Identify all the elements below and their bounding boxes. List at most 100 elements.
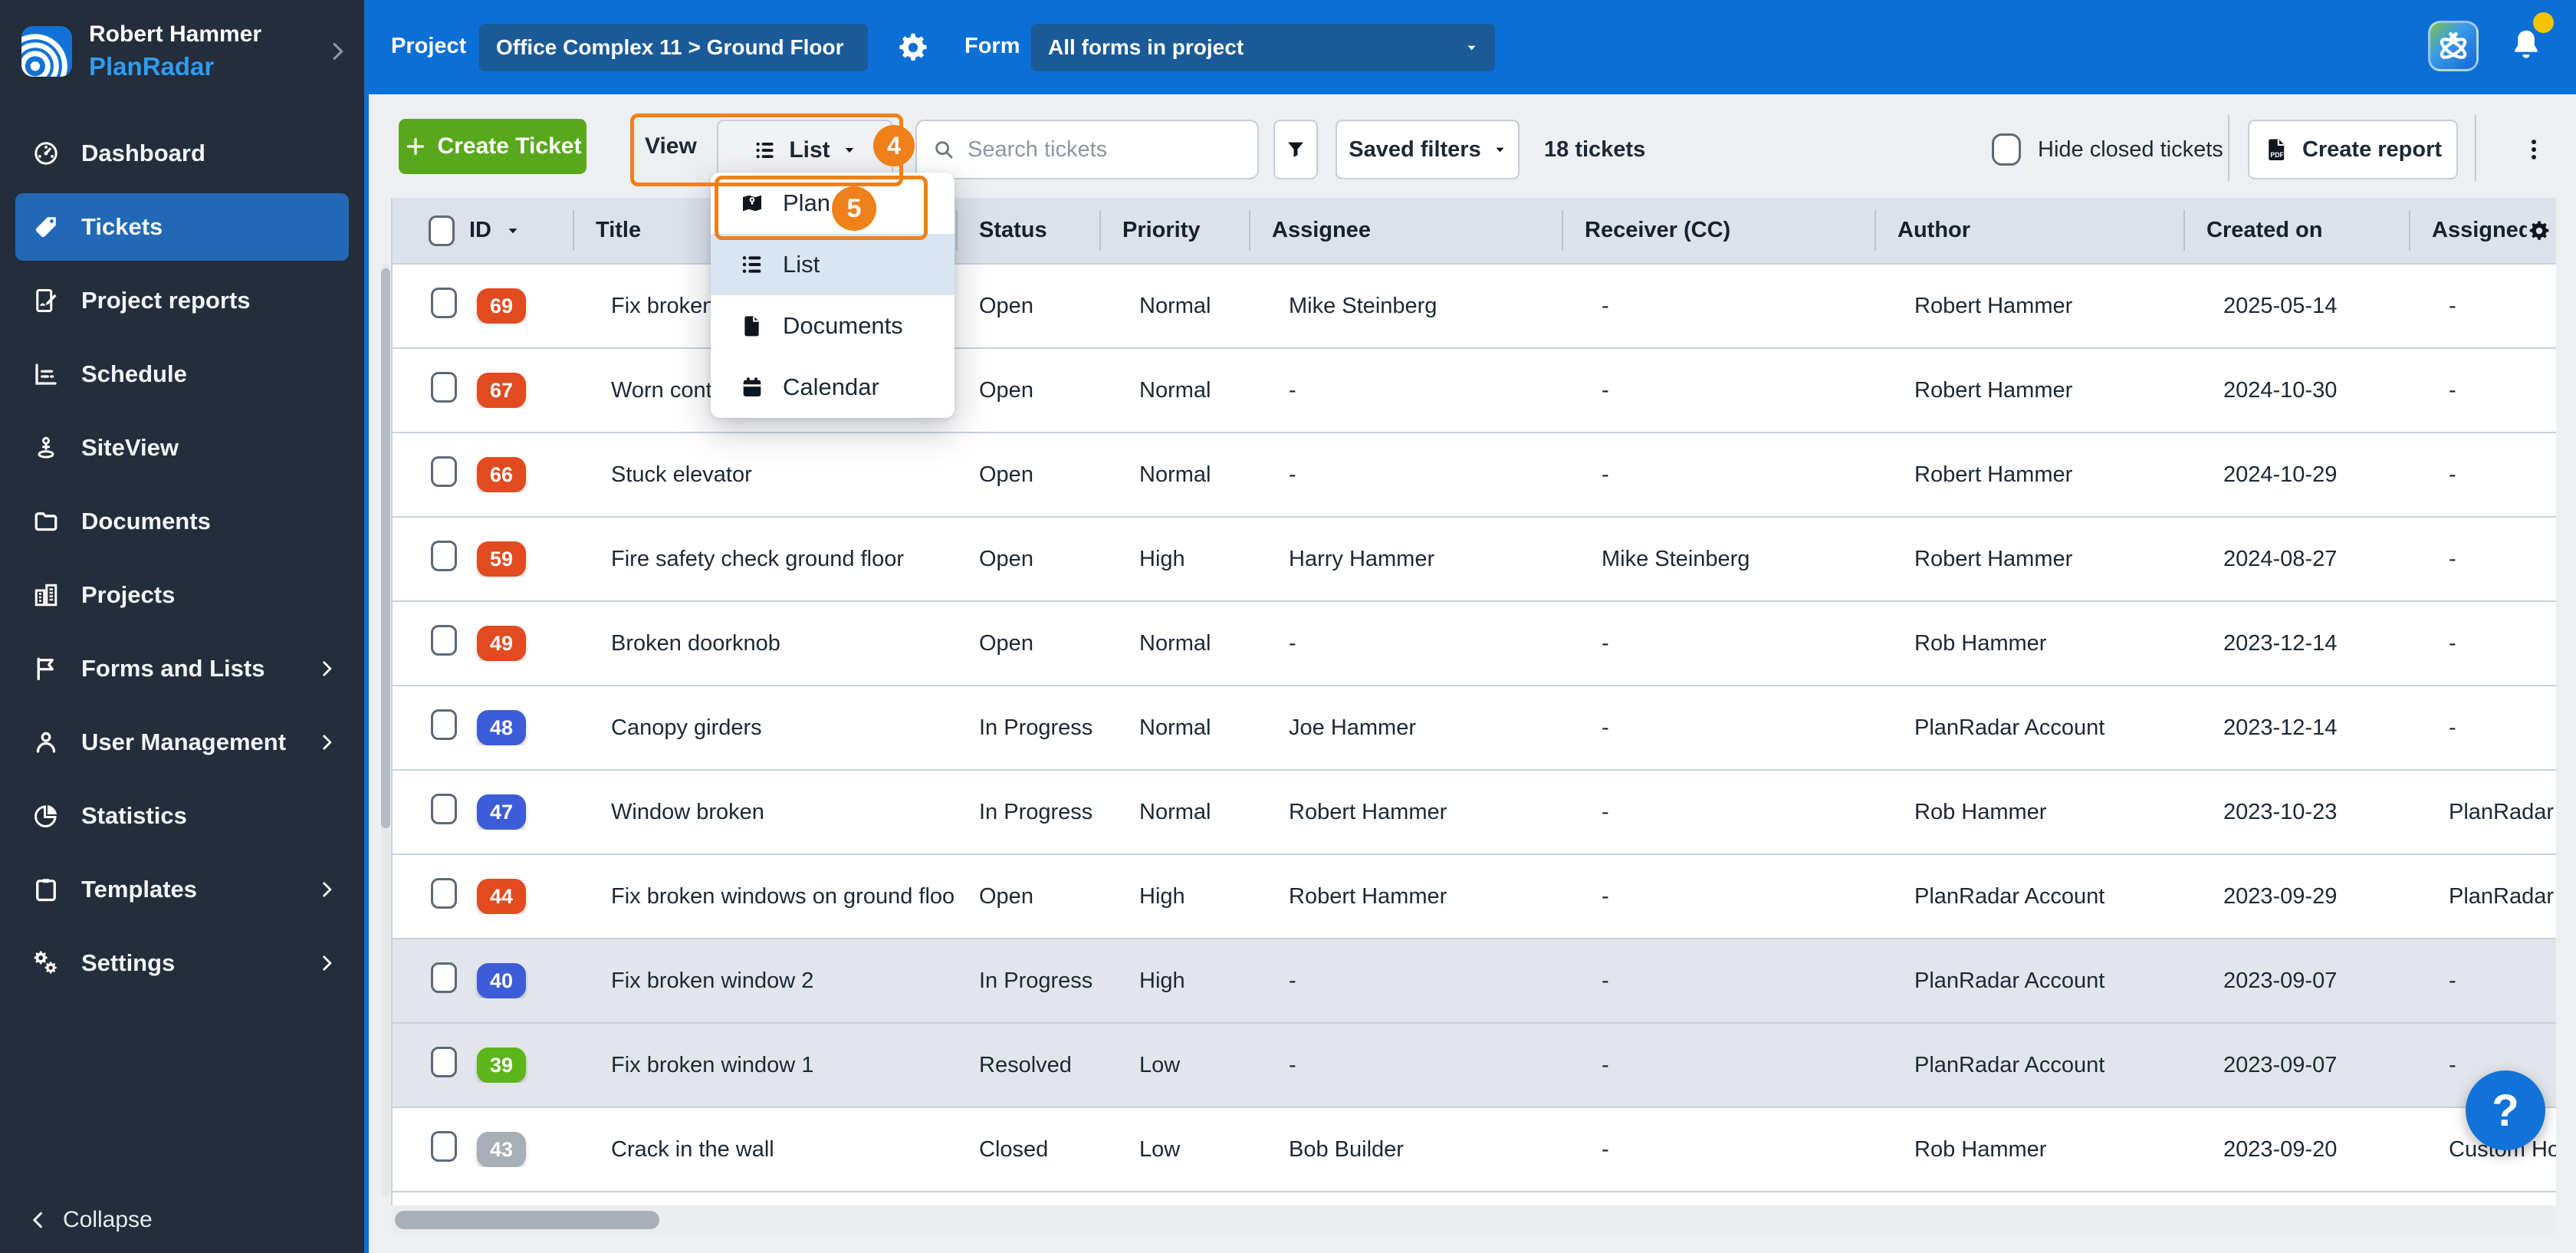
project-dropdown[interactable]: Office Complex 11 > Ground Floor — [479, 24, 868, 71]
ticket-row[interactable] — [393, 1192, 2556, 1205]
horizontal-scrollbar[interactable] — [391, 1205, 2555, 1235]
view-menu-item-label: Documents — [783, 312, 903, 340]
sidebar-item-label: User Management — [81, 728, 286, 756]
row-checkbox[interactable] — [431, 1047, 457, 1077]
header-cell-id[interactable]: ID — [458, 198, 573, 263]
create-report-button[interactable]: PDF Create report — [2248, 120, 2458, 179]
sidebar-item-label: SiteView — [81, 434, 179, 462]
cell-priority: Normal — [1099, 378, 1249, 403]
row-checkbox[interactable] — [431, 372, 457, 403]
header-cell-receiver[interactable]: Receiver (CC) — [1562, 198, 1875, 263]
ticket-row[interactable]: 59Fire safety check ground floorOpenHigh… — [393, 518, 2556, 602]
view-menu-item-list[interactable]: List — [711, 234, 955, 295]
cell-title: Crack in the wall — [573, 1137, 956, 1163]
search-input[interactable] — [966, 136, 1242, 163]
select-all-checkbox[interactable] — [429, 215, 455, 246]
hide-closed-checkbox[interactable] — [1992, 133, 2021, 166]
account-switcher[interactable]: Robert Hammer PlanRadar — [0, 0, 364, 81]
ticket-row[interactable]: 44Fix broken windows on ground floorOpen… — [393, 855, 2556, 939]
connect-app-button[interactable] — [2428, 21, 2479, 71]
cell-assigned: - — [2409, 462, 2556, 488]
horizontal-scrollbar-thumb[interactable] — [395, 1211, 659, 1229]
form-dropdown[interactable]: All forms in project — [1031, 24, 1495, 71]
sidebar-item-project-reports[interactable]: Project reports — [15, 267, 349, 334]
hide-closed-toggle[interactable]: Hide closed tickets — [1992, 120, 2223, 179]
chevron-left-icon — [28, 1209, 49, 1231]
view-menu-item-calendar[interactable]: Calendar — [711, 357, 955, 418]
search-box — [915, 120, 1259, 179]
cell-title: Stuck elevator — [573, 462, 956, 488]
pie-icon — [32, 802, 60, 830]
sidebar-item-user-management[interactable]: User Management — [15, 709, 349, 776]
ticket-id-badge: 39 — [477, 1047, 526, 1083]
row-checkbox[interactable] — [431, 288, 457, 318]
clipboard-icon — [32, 876, 60, 903]
sidebar-item-documents[interactable]: Documents — [15, 488, 349, 555]
cell-status: Open — [956, 631, 1099, 656]
help-button[interactable]: ? — [2466, 1070, 2545, 1150]
header-cell-author[interactable]: Author — [1875, 198, 2183, 263]
row-checkbox[interactable] — [431, 456, 457, 487]
sidebar-item-tickets[interactable]: Tickets — [15, 193, 349, 261]
sidebar-item-label: Tickets — [81, 213, 163, 241]
more-options-button[interactable] — [2511, 120, 2557, 179]
sidebar-item-dashboard[interactable]: Dashboard — [15, 120, 349, 187]
cell-assignee: - — [1249, 631, 1562, 656]
cell-author: Robert Hammer — [1875, 294, 2183, 319]
cell-receiver: - — [1562, 884, 1875, 909]
vertical-scrollbar[interactable] — [381, 265, 390, 1196]
create-ticket-button[interactable]: Create Ticket — [399, 119, 586, 174]
collapse-button[interactable]: Collapse — [28, 1207, 153, 1233]
sidebar-item-projects[interactable]: Projects — [15, 561, 349, 629]
row-checkbox[interactable] — [431, 709, 457, 740]
cell-created: 2024-08-27 — [2183, 547, 2409, 572]
filter-button[interactable] — [1273, 120, 1318, 179]
row-checkbox[interactable] — [431, 541, 457, 571]
ticket-row[interactable]: 49Broken doorknobOpenNormal--Rob Hammer2… — [393, 602, 2556, 686]
ticket-id-badge: 48 — [477, 710, 526, 745]
view-menu-item-documents[interactable]: Documents — [711, 295, 955, 357]
project-settings-gear-icon[interactable] — [895, 30, 931, 65]
row-checkbox[interactable] — [431, 1131, 457, 1162]
row-checkbox[interactable] — [431, 794, 457, 824]
cell-receiver: - — [1562, 1137, 1875, 1163]
cell-title: Canopy girders — [573, 715, 956, 741]
sidebar-item-statistics[interactable]: Statistics — [15, 782, 349, 850]
flag-icon — [32, 655, 60, 682]
ticket-row[interactable]: 39Fix broken window 1ResolvedLow--PlanRa… — [393, 1024, 2556, 1108]
saved-filters-button[interactable]: Saved filters — [1336, 120, 1520, 179]
sidebar-item-siteview[interactable]: SiteView — [15, 414, 349, 482]
cell-status: Open — [956, 884, 1099, 909]
sidebar-item-settings[interactable]: Settings — [15, 929, 349, 997]
account-info: Robert Hammer PlanRadar — [89, 21, 309, 81]
ticket-row[interactable]: 48Canopy girdersIn ProgressNormalJoe Ham… — [393, 686, 2556, 771]
hide-closed-label: Hide closed tickets — [2038, 137, 2223, 163]
sidebar-item-forms-and-lists[interactable]: Forms and Lists — [15, 635, 349, 702]
ticket-id-badge: 67 — [477, 373, 526, 408]
view-selector-button[interactable]: List — [717, 120, 893, 181]
ticket-row[interactable]: 47Window brokenIn ProgressNormalRobert H… — [393, 771, 2556, 855]
gantt-icon — [32, 360, 60, 388]
cell-created: 2025-05-14 — [2183, 294, 2409, 319]
cell-assigned: - — [2409, 969, 2556, 994]
row-checkbox[interactable] — [431, 878, 457, 909]
ticket-count: 18 tickets — [1544, 120, 1645, 179]
header-cell-status[interactable]: Status — [956, 198, 1099, 263]
cell-author: PlanRadar Account — [1875, 884, 2183, 909]
sidebar-item-templates[interactable]: Templates — [15, 856, 349, 923]
sidebar-item-schedule[interactable]: Schedule — [15, 340, 349, 408]
cell-author: PlanRadar Account — [1875, 1053, 2183, 1078]
ticket-row[interactable]: 43Crack in the wallClosedLowBob Builder-… — [393, 1108, 2556, 1192]
header-cell-assigned[interactable]: Assigned — [2409, 198, 2556, 263]
cell-assigned: - — [2409, 378, 2556, 403]
cell-assignee: Mike Steinberg — [1249, 294, 1562, 319]
vertical-scrollbar-thumb[interactable] — [381, 268, 390, 828]
header-cell-created[interactable]: Created on — [2183, 198, 2409, 263]
header-cell-assignee[interactable]: Assignee — [1249, 198, 1562, 263]
row-checkbox[interactable] — [431, 625, 457, 656]
ticket-row[interactable]: 40Fix broken window 2In ProgressHigh--Pl… — [393, 939, 2556, 1024]
sidebar-accent-divider — [364, 0, 369, 1253]
row-checkbox[interactable] — [431, 962, 457, 993]
ticket-row[interactable]: 66Stuck elevatorOpenNormal--Robert Hamme… — [393, 433, 2556, 518]
header-cell-priority[interactable]: Priority — [1099, 198, 1249, 263]
